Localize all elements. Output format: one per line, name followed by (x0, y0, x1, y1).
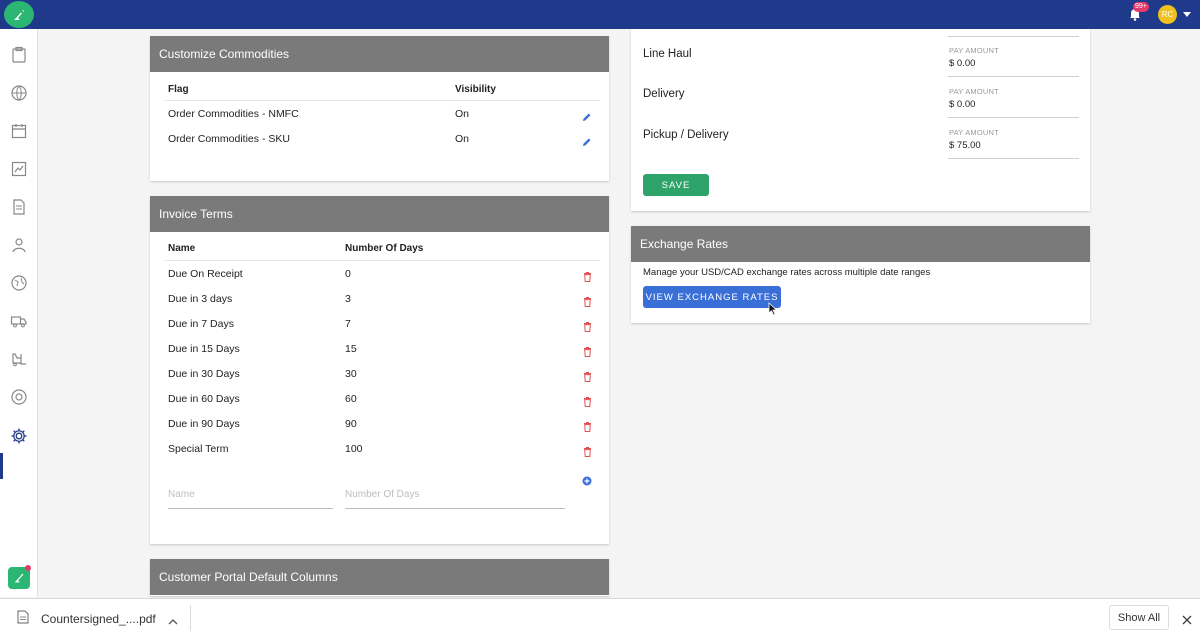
app-notification-dot (25, 565, 31, 571)
col-visibility: Visibility (455, 84, 496, 95)
amount-divider (948, 36, 1079, 37)
exchange-rates-description: Manage your USD/CAD exchange rates acros… (643, 267, 931, 278)
trash-icon[interactable] (583, 419, 593, 432)
term-name: Due in 15 Days (168, 343, 240, 355)
pay-amount-label: PAY AMOUNT (949, 87, 999, 96)
term-days: 3 (345, 293, 351, 305)
new-term-days-input[interactable]: Number Of Days (345, 489, 419, 500)
term-days: 7 (345, 318, 351, 330)
pay-amount-value[interactable]: $ 75.00 (949, 140, 981, 151)
sidebar-active-indicator (0, 453, 3, 479)
trash-icon[interactable] (583, 369, 593, 382)
exchange-rates-title: Exchange Rates (631, 226, 1090, 262)
trash-icon[interactable] (583, 344, 593, 357)
pay-amount-label: PAY AMOUNT (949, 46, 999, 55)
term-days: 15 (345, 343, 357, 355)
trash-icon[interactable] (583, 269, 593, 282)
charge-name: Pickup / Delivery (643, 129, 729, 141)
charge-name: Line Haul (643, 48, 692, 60)
pencil-icon[interactable] (582, 134, 592, 146)
trash-icon[interactable] (583, 294, 593, 307)
portal-columns-title: Customer Portal Default Columns (150, 559, 609, 595)
name-input-underline (168, 508, 333, 509)
header-divider (164, 260, 600, 261)
clipboard-icon[interactable] (9, 45, 29, 65)
term-days: 90 (345, 418, 357, 430)
commodity-visibility: On (455, 133, 470, 145)
document-icon[interactable] (9, 197, 29, 217)
add-term-icon[interactable] (582, 473, 592, 486)
trash-icon[interactable] (583, 394, 593, 407)
show-all-button[interactable]: Show All (1109, 605, 1169, 630)
new-term-name-input[interactable]: Name (168, 489, 195, 500)
sidebar (0, 29, 38, 597)
term-name: Due in 7 Days (168, 318, 234, 330)
term-name: Due in 3 days (168, 293, 233, 305)
col-flag: Flag (168, 84, 189, 95)
term-name: Due in 60 Days (168, 393, 240, 405)
file-icon (17, 610, 29, 624)
term-days: 100 (345, 443, 363, 455)
header-divider (164, 100, 600, 101)
portal-columns-card: Customer Portal Default Columns (150, 559, 609, 596)
amount-underline (948, 158, 1079, 159)
support-icon[interactable] (9, 387, 29, 407)
invoice-terms-title: Invoice Terms (150, 196, 609, 232)
globe-icon[interactable] (9, 83, 29, 103)
rocket-logo-icon[interactable] (4, 1, 34, 28)
term-days: 0 (345, 268, 351, 280)
forklift-icon[interactable] (9, 349, 29, 369)
world-icon[interactable] (9, 273, 29, 293)
days-input-underline (345, 508, 565, 509)
pencil-icon[interactable] (582, 109, 592, 121)
download-separator (190, 605, 191, 631)
commodities-title: Customize Commodities (150, 36, 609, 72)
chevron-down-icon[interactable] (1183, 12, 1191, 17)
gear-icon[interactable] (9, 426, 29, 446)
trash-icon[interactable] (583, 444, 593, 457)
commodity-flag: Order Commodities - NMFC (168, 108, 299, 120)
trash-icon[interactable] (583, 319, 593, 332)
pay-amount-value[interactable]: $ 0.00 (949, 58, 975, 69)
cursor-icon (768, 302, 778, 316)
chevron-up-icon[interactable] (168, 613, 178, 625)
amount-underline (948, 117, 1079, 118)
top-bar: 99+ RC (0, 0, 1200, 29)
commodity-flag: Order Commodities - SKU (168, 133, 290, 145)
term-name: Due On Receipt (168, 268, 243, 280)
charge-name: Delivery (643, 88, 685, 100)
term-name: Due in 30 Days (168, 368, 240, 380)
download-bar: Countersigned_....pdf Show All (0, 598, 1200, 635)
term-days: 60 (345, 393, 357, 405)
pay-amount-label: PAY AMOUNT (949, 128, 999, 137)
truck-icon[interactable] (9, 311, 29, 331)
download-filename[interactable]: Countersigned_....pdf (41, 612, 156, 626)
term-name: Due in 90 Days (168, 418, 240, 430)
save-button[interactable]: SAVE (643, 174, 709, 196)
calendar-icon[interactable] (9, 121, 29, 141)
users-icon[interactable] (9, 235, 29, 255)
pay-amount-value[interactable]: $ 0.00 (949, 99, 975, 110)
close-icon[interactable] (1182, 612, 1192, 625)
term-name: Special Term (168, 443, 229, 455)
notification-badge: 99+ (1133, 2, 1149, 12)
view-exchange-rates-button[interactable]: VIEW EXCHANGE RATES (643, 286, 781, 308)
user-avatar[interactable]: RC (1158, 5, 1177, 24)
col-name: Name (168, 243, 196, 254)
amount-underline (948, 76, 1079, 77)
commodity-visibility: On (455, 108, 470, 120)
chart-icon[interactable] (9, 159, 29, 179)
col-number-of-days: Number Of Days (345, 243, 424, 254)
term-days: 30 (345, 368, 357, 380)
